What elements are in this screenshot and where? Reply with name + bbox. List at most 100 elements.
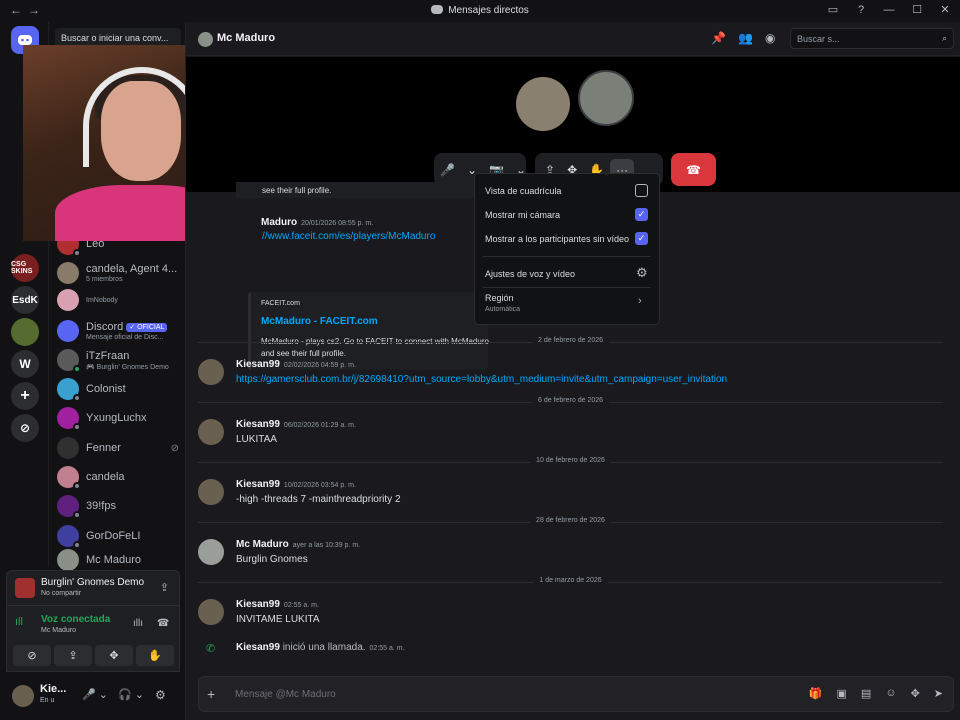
server-icon-w[interactable]: W <box>11 350 39 378</box>
chevron-right-icon: › <box>638 295 642 307</box>
server-icon-image[interactable] <box>11 318 39 346</box>
message-author[interactable]: Kiesan99 <box>236 642 280 653</box>
sticker-icon[interactable]: ▤ <box>861 687 871 700</box>
maximize-button[interactable]: ☐ <box>908 3 926 16</box>
voice-video-settings-option[interactable]: Ajustes de voz y vídeo <box>485 269 575 279</box>
hide-eye-icon[interactable]: ⊘ <box>171 443 179 454</box>
show-my-camera-option[interactable]: Mostrar mi cámara <box>485 210 560 220</box>
region-option[interactable]: Región <box>485 293 514 303</box>
send-icon[interactable]: ➤ <box>934 687 943 700</box>
dm-name: Colonist <box>86 383 126 395</box>
minimize-button[interactable]: — <box>880 4 898 16</box>
gif-icon[interactable]: ▣ <box>837 687 847 700</box>
inbox-icon[interactable]: ▭ <box>824 3 842 16</box>
server-icon-csgo-skins[interactable]: CSG SKINS <box>11 254 39 282</box>
voice-connection-panel: ıll Voz conectada Mc Maduro ıllı ☎ ⊘ ⇪ ✥… <box>6 606 180 672</box>
embed-description: see their full profile. <box>262 186 332 195</box>
signal-icon[interactable]: ıll <box>15 616 23 628</box>
avatar[interactable] <box>198 359 224 385</box>
grid-view-checkbox[interactable] <box>635 184 648 197</box>
pin-icon[interactable]: 📌 <box>711 31 726 45</box>
avatar[interactable] <box>198 479 224 505</box>
voice-channel-name[interactable]: Mc Maduro <box>41 627 76 634</box>
dm-item-colonist[interactable]: Colonist <box>57 375 183 403</box>
help-icon[interactable]: ? <box>852 4 870 16</box>
group-avatar <box>57 262 79 284</box>
dm-name: 39!fps <box>86 500 116 512</box>
dm-item-group[interactable]: candela, Agent 4... 5 miembros <box>57 259 183 287</box>
dm-item-yxungluchx[interactable]: YxungLuchx <box>57 404 183 432</box>
grid-view-option[interactable]: Vista de cuadrícula <box>485 186 561 196</box>
message-author[interactable]: Kiesan99 <box>236 359 280 370</box>
message-time: 02:55 a. m. <box>369 645 405 652</box>
message-time: 20/01/2026 08:55 p. m. <box>301 220 374 227</box>
message-time: 06/02/2026 01:29 a. m. <box>283 422 356 429</box>
embed-provider: FACEIT.com <box>261 300 300 307</box>
show-my-camera-checkbox[interactable]: ✓ <box>635 208 648 221</box>
participant-tile-speaking[interactable] <box>578 70 634 126</box>
add-server-icon[interactable]: + <box>11 382 39 410</box>
embed-title[interactable]: McMaduro - FACEIT.com <box>261 316 378 327</box>
add-attachment-icon[interactable]: + <box>207 686 215 702</box>
gear-icon: ⚙ <box>636 265 648 280</box>
message-author[interactable]: Mc Maduro <box>236 539 289 550</box>
phone-icon: ✆ <box>206 643 216 655</box>
dm-item-candela[interactable]: candela <box>57 463 183 491</box>
message-input[interactable]: Mensaje @Mc Maduro <box>235 689 336 700</box>
message-author[interactable]: Maduro <box>261 217 297 228</box>
message-composer[interactable]: + Mensaje @Mc Maduro 🎁 ▣ ▤ ☺ ✥ ➤ <box>198 676 954 712</box>
hang-up-icon: ☎ <box>686 162 701 177</box>
microphone-icon[interactable]: 🎤 <box>434 163 461 177</box>
dm-name: candela <box>86 471 125 483</box>
avatar[interactable] <box>198 539 224 565</box>
participant-tile[interactable] <box>516 77 570 131</box>
chat-header: Mc Maduro 📌 👥 ◉ Buscar s... ⌕ <box>186 22 960 56</box>
disconnect-icon[interactable]: ☎ <box>157 618 169 629</box>
gift-icon[interactable]: 🎁 <box>809 687 823 700</box>
voice-status[interactable]: Voz conectada <box>41 614 110 625</box>
recipient-name[interactable]: Mc Maduro <box>217 32 275 44</box>
noise-suppression-icon[interactable]: ıllı <box>133 618 143 629</box>
stream-screen-icon[interactable]: ⇪ <box>160 581 169 594</box>
dm-item-39fps[interactable]: 39!fps <box>57 492 183 520</box>
dm-item-fenner[interactable]: Fenner ⊘ <box>57 434 183 462</box>
soundboard-button[interactable]: ✋ <box>136 645 174 666</box>
current-user[interactable]: Kie... En u 🎤 ⌄ 🎧 ⌄ ⚙ <box>6 678 180 714</box>
show-non-video-checkbox[interactable]: ✓ <box>635 232 648 245</box>
message-link[interactable]: //www.faceit.com/es/players/McMaduro <box>262 231 435 242</box>
date-divider: 28 de febrero de 2026 <box>198 517 943 524</box>
headphones-icon[interactable]: 🎧 ⌄ <box>118 688 144 701</box>
show-non-video-option[interactable]: Mostrar a los participantes sin vídeo <box>485 234 629 244</box>
message-link[interactable]: https://gamersclub.com.br/j/82698410?utm… <box>236 374 727 385</box>
apps-icon[interactable]: ✥ <box>911 687 920 700</box>
explore-servers-icon[interactable]: ⊘ <box>11 414 39 442</box>
user-profile-icon[interactable]: ◉ <box>765 31 775 45</box>
dm-item-imnobody[interactable]: ImNobody <box>57 286 183 314</box>
avatar <box>57 289 79 311</box>
close-button[interactable]: ✕ <box>936 3 954 16</box>
add-friends-icon[interactable]: 👥 <box>738 31 753 45</box>
search-input[interactable]: Buscar s... ⌕ <box>790 28 954 49</box>
toggle-camera-button[interactable]: ⊘ <box>13 645 51 666</box>
message-author[interactable]: Kiesan99 <box>236 419 280 430</box>
avatar <box>57 437 79 459</box>
hang-up-button[interactable]: ☎ <box>671 153 716 186</box>
activities-button[interactable]: ✥ <box>95 645 133 666</box>
message-author[interactable]: Kiesan99 <box>236 479 280 490</box>
server-icon-esdk[interactable]: EsdK <box>11 286 39 314</box>
emoji-icon[interactable]: ☺ <box>885 687 896 700</box>
microphone-icon[interactable]: 🎤 ⌄ <box>82 688 108 701</box>
message-author[interactable]: Kiesan99 <box>236 599 280 610</box>
date-divider-text: 1 de marzo de 2026 <box>533 577 608 584</box>
dm-name: YxungLuchx <box>86 412 147 424</box>
username: Kie... <box>40 683 67 695</box>
avatar[interactable] <box>198 419 224 445</box>
message-text: -high -threads 7 -mainthreadpriority 2 <box>236 494 401 505</box>
screen-share-icon: ⇪ <box>68 650 78 662</box>
share-screen-button[interactable]: ⇪ <box>54 645 92 666</box>
avatar <box>57 549 79 571</box>
dm-item-itzfraan[interactable]: iTzFraan 🎮 Burglin' Gnomes Demo <box>57 346 183 374</box>
avatar[interactable] <box>198 599 224 625</box>
dm-item-discord[interactable]: Discord ✓ OFICIAL Mensaje oficial de Disc… <box>57 317 183 345</box>
user-settings-gear-icon[interactable]: ⚙ <box>155 688 166 702</box>
